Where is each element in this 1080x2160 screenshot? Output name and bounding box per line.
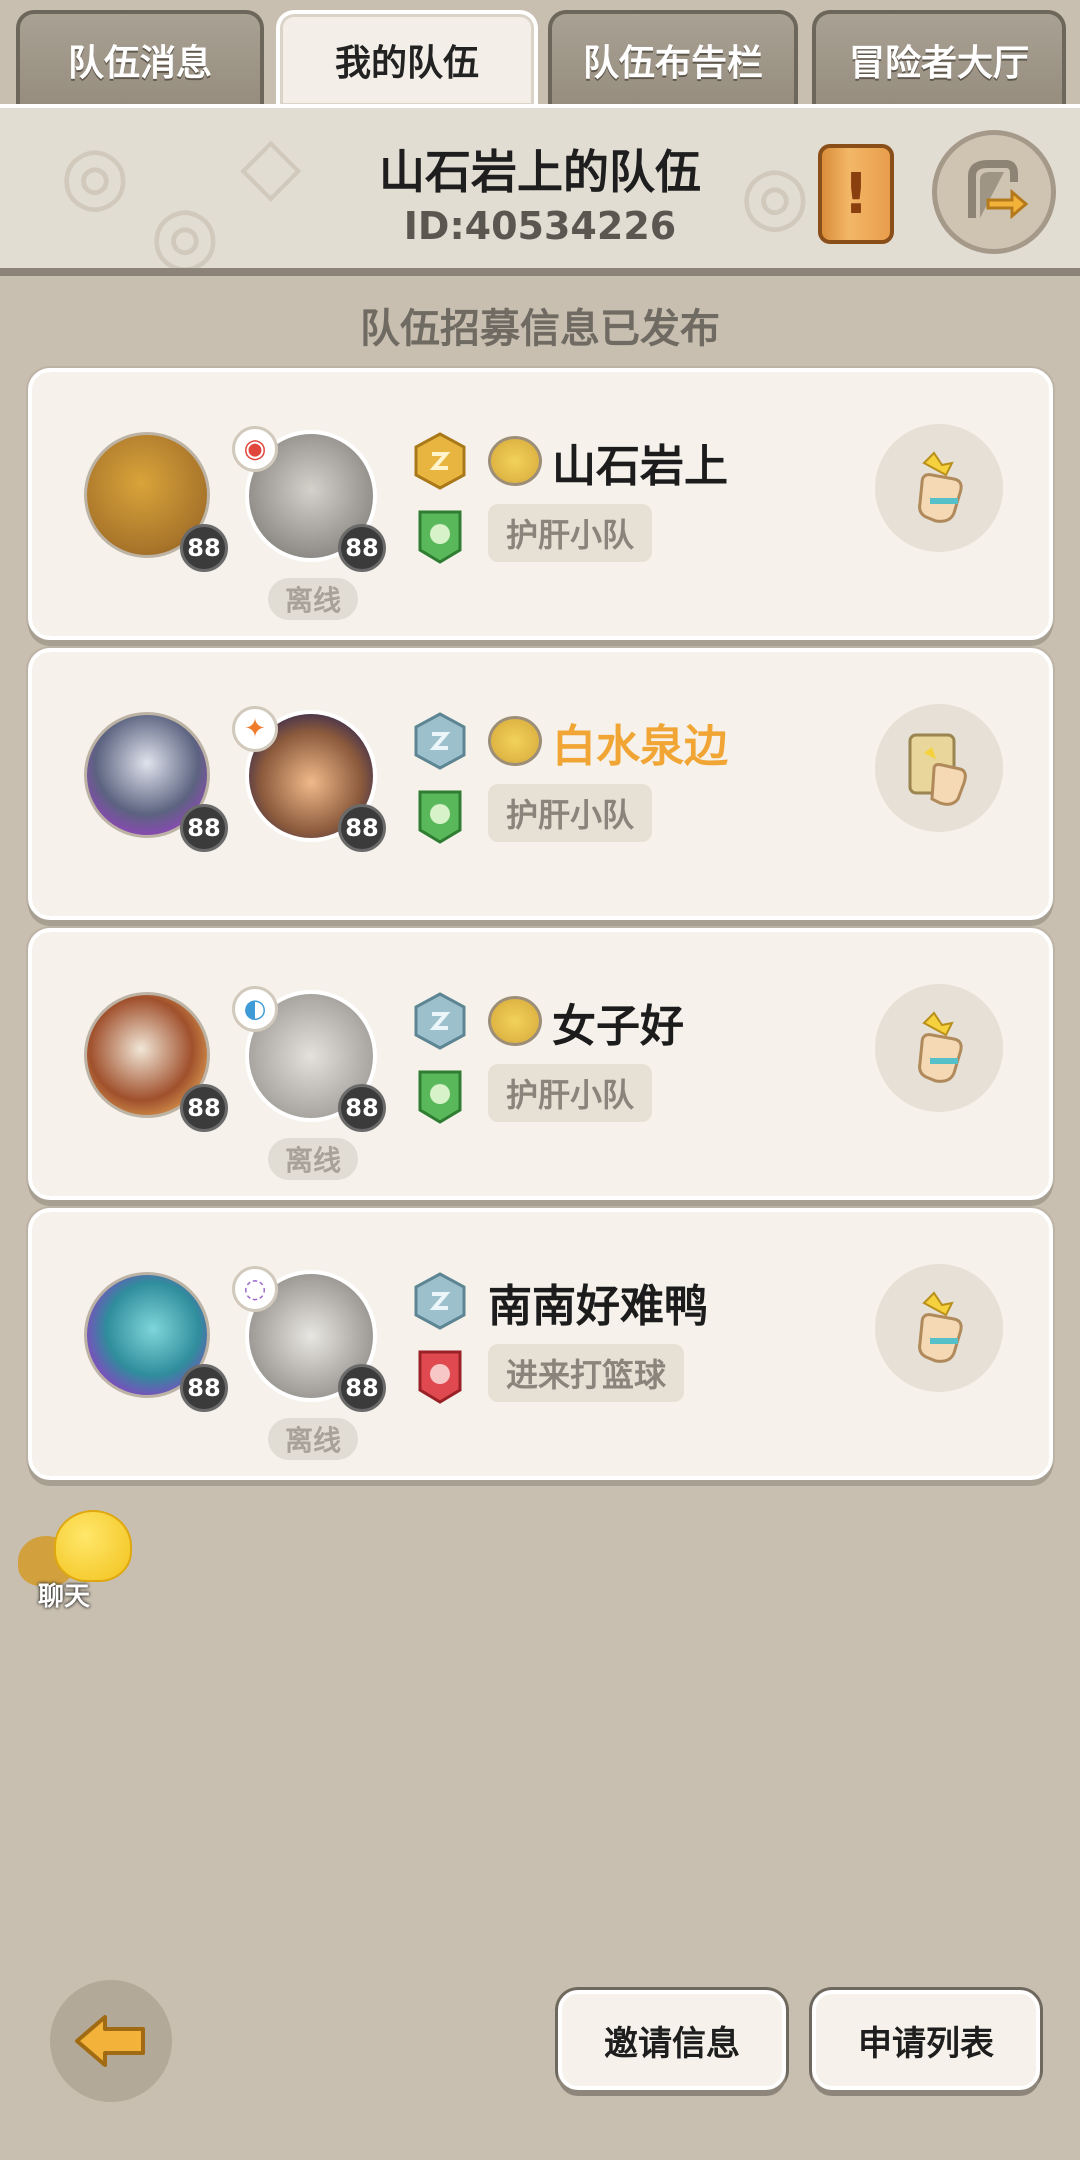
pointing-hand-icon [918,1291,963,1363]
offline-status-tag: 离线 [268,1138,358,1180]
tab-team-board[interactable]: 队伍布告栏 [548,10,798,106]
exit-team-button[interactable] [932,130,1056,254]
recruit-status-text: 队伍招募信息已发布 [360,306,720,352]
team-id: ID:40534226 [403,204,677,248]
invite-info-button[interactable]: 邀请信息 [558,1990,786,2090]
back-button[interactable] [50,1980,172,2102]
emoji-face-icon [488,436,542,486]
pointing-hand-icon [918,1011,963,1083]
tab-bar: 队伍消息 我的队伍 队伍布告栏 冒险者大厅 [0,0,1080,106]
gold-rank-icon [414,432,466,490]
pet-level-badge: 88 [180,804,228,852]
water-element-icon: ◐ [232,986,278,1032]
squad-tag: 护肝小队 [488,1064,653,1122]
green-guild-badge-icon [418,1070,462,1124]
player-name: 白水泉边 [552,721,728,772]
character-level-badge: 88 [338,524,386,572]
chat-button[interactable]: 聊天 [18,1510,138,1612]
character-level-badge: 88 [338,1364,386,1412]
gesture-button[interactable] [875,424,1003,552]
pet-level-badge: 88 [180,1084,228,1132]
emoji-face-icon [488,996,542,1046]
pointing-hand-icon [918,451,963,523]
gesture-button[interactable] [875,1264,1003,1392]
player-name: 山石岩上 [552,441,728,492]
notice-scroll-icon[interactable]: ! [818,144,894,244]
player-name: 南南好难鸭 [488,1281,708,1332]
green-guild-badge-icon [418,790,462,844]
offline-status-tag: 离线 [268,578,358,620]
tab-my-team[interactable]: 我的队伍 [276,10,538,106]
member-card[interactable]: 88 ✦ 88 白水泉边 护肝小队 [28,648,1053,920]
team-header: ◎ ◇ ◎ ◎ 山石岩上的队伍 ID:40534226 ! [0,104,1080,276]
red-guild-badge-icon [418,1350,462,1404]
apply-list-button[interactable]: 申请列表 [812,1990,1040,2090]
silver-rank-icon [414,712,466,770]
squad-tag: 护肝小队 [488,504,653,562]
offline-status-tag: 离线 [268,1418,358,1460]
member-card[interactable]: 88 ◐ 88 离线 女子好 护肝小队 [28,928,1053,1200]
squad-tag: 进来打篮球 [488,1344,685,1402]
pet-level-badge: 88 [180,1364,228,1412]
tap-card-icon [908,733,967,806]
emoji-face-icon [488,716,542,766]
member-card[interactable]: 88 ◌ 88 离线 南南好难鸭 进来打篮球 [28,1208,1053,1480]
chat-label: 聊天 [38,1582,91,1612]
squad-tag: 护肝小队 [488,784,653,842]
chat-face-icon [54,1510,132,1582]
character-level-badge: 88 [338,804,386,852]
exit-door-icon [968,160,1029,220]
team-name: 山石岩上的队伍 [379,145,701,199]
back-arrow-icon [75,2015,145,2067]
tab-adventurer-hall[interactable]: 冒险者大厅 [812,10,1066,106]
silver-rank-icon [414,1272,466,1330]
fire-element-icon: ◉ [232,426,278,472]
member-card[interactable]: 88 ◉ 88 离线 山石岩上 护肝小队 [28,368,1053,640]
gesture-button[interactable] [875,984,1003,1112]
card-action-button[interactable] [875,704,1003,832]
player-name: 女子好 [552,1001,684,1052]
pet-level-badge: 88 [180,524,228,572]
green-guild-badge-icon [418,510,462,564]
fire-element-icon: ✦ [232,706,278,752]
wind-element-icon: ◌ [232,1266,278,1312]
tab-team-messages[interactable]: 队伍消息 [16,10,264,106]
silver-rank-icon [414,992,466,1050]
character-level-badge: 88 [338,1084,386,1132]
